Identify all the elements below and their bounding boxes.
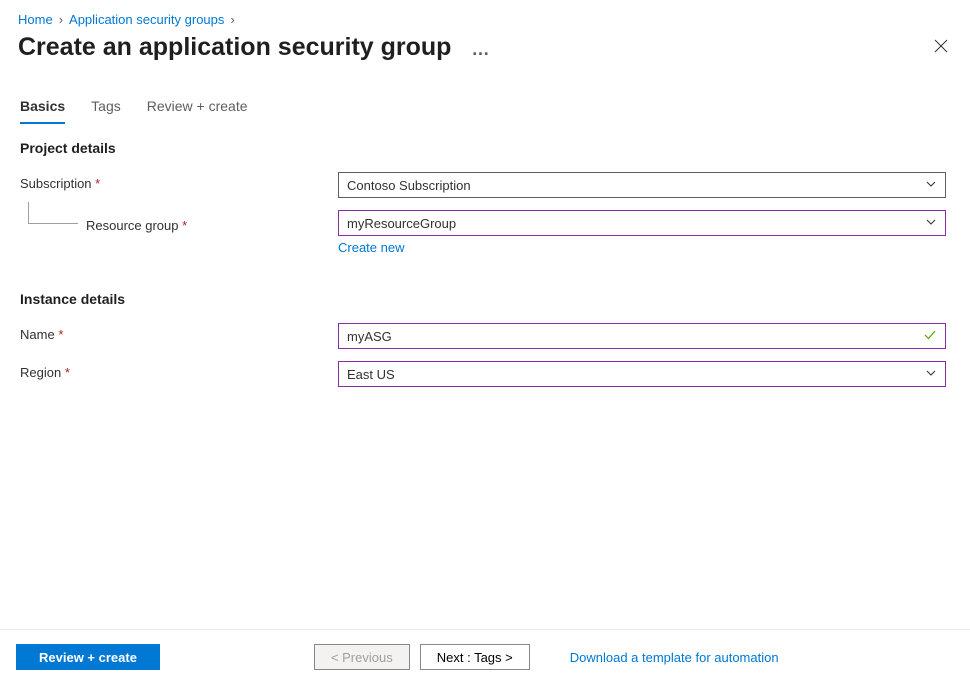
tab-basics[interactable]: Basics [20,98,65,124]
name-label: Name * [20,323,338,342]
subscription-select[interactable]: Contoso Subscription [338,172,946,198]
download-template-link[interactable]: Download a template for automation [570,650,779,665]
chevron-down-icon [925,216,937,231]
tabs: Basics Tags Review + create [0,72,970,124]
tab-review-create[interactable]: Review + create [147,98,248,124]
next-button[interactable]: Next : Tags > [420,644,530,670]
section-instance-details: Instance details [0,261,970,317]
more-actions-button[interactable]: … [471,39,490,60]
breadcrumb-asgs[interactable]: Application security groups [69,12,224,27]
section-project-details: Project details [0,124,970,166]
page-title-text: Create an application security group [18,33,451,62]
tab-tags[interactable]: Tags [91,98,121,124]
subscription-value: Contoso Subscription [347,178,471,193]
resource-group-select[interactable]: myResourceGroup [338,210,946,236]
required-indicator: * [65,365,70,380]
create-new-link[interactable]: Create new [338,236,404,255]
close-button[interactable] [930,35,952,60]
required-indicator: * [95,176,100,191]
required-indicator: * [58,327,63,342]
required-indicator: * [182,218,187,233]
chevron-right-icon: › [59,12,63,27]
close-icon [934,39,948,53]
review-create-button[interactable]: Review + create [16,644,160,670]
chevron-down-icon [925,367,937,382]
chevron-down-icon [925,178,937,193]
resource-group-label: Resource group * [86,214,187,233]
subscription-label: Subscription * [20,172,338,191]
name-field[interactable] [338,323,946,349]
name-input[interactable] [347,329,937,344]
check-icon [923,328,937,345]
chevron-right-icon: › [230,12,234,27]
breadcrumb: Home › Application security groups › [0,0,970,31]
footer-bar: Review + create < Previous Next : Tags >… [0,629,970,682]
region-label: Region * [20,361,338,380]
previous-button[interactable]: < Previous [314,644,410,670]
tree-indicator-icon [28,202,78,224]
resource-group-value: myResourceGroup [347,216,456,231]
region-select[interactable]: East US [338,361,946,387]
region-value: East US [347,367,395,382]
page-title: Create an application security group … [18,33,490,62]
breadcrumb-home[interactable]: Home [18,12,53,27]
